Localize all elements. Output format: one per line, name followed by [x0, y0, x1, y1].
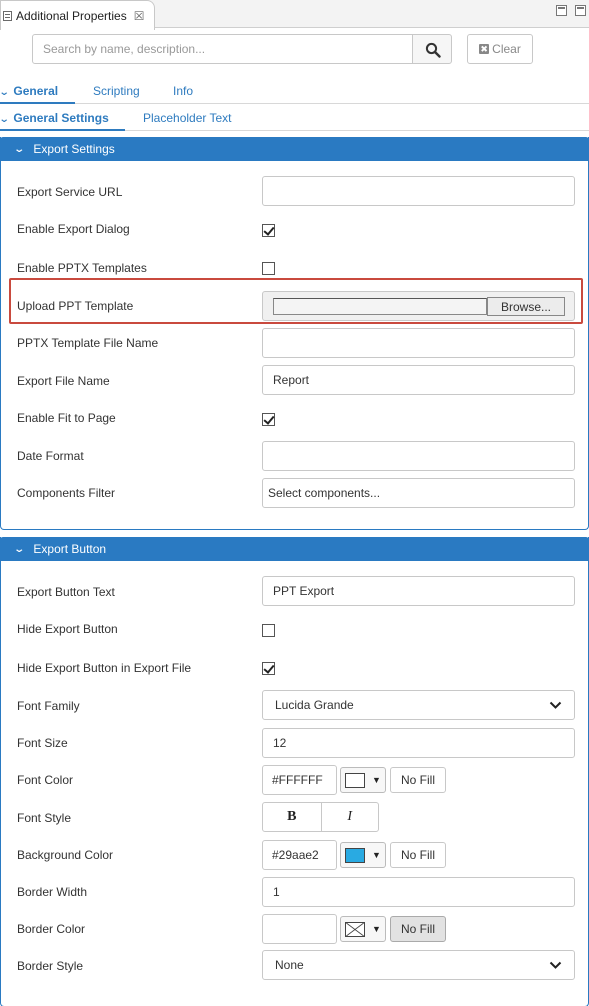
date-format-input[interactable]: [262, 441, 575, 471]
export-button-header[interactable]: ⌄ Export Button: [0, 537, 589, 561]
export-file-name-input[interactable]: [262, 365, 575, 395]
caret-down-icon: ▼: [372, 850, 381, 860]
font-style-label: Font Style: [17, 811, 72, 825]
clear-button[interactable]: ✖ Clear: [467, 34, 533, 64]
tab-general[interactable]: ⌄General: [0, 84, 75, 104]
pptx-template-file-name-label: PPTX Template File Name: [17, 336, 159, 350]
border-style-select[interactable]: None: [262, 950, 575, 980]
border-width-label: Border Width: [17, 885, 88, 899]
export-button-text-input[interactable]: [262, 576, 575, 606]
maximize-icon[interactable]: [575, 5, 586, 16]
export-file-name-label: Export File Name: [17, 374, 110, 388]
border-color-picker-button[interactable]: ▼: [340, 916, 386, 942]
components-filter-select[interactable]: Select components...: [262, 478, 575, 508]
background-color-picker-button[interactable]: ▼: [340, 842, 386, 868]
search-input[interactable]: [32, 34, 413, 64]
tab-scripting[interactable]: Scripting: [93, 84, 140, 104]
export-button-title: Export Button: [33, 542, 107, 556]
hide-in-export-file-checkbox[interactable]: [262, 662, 275, 675]
enable-export-dialog-checkbox[interactable]: [262, 224, 275, 237]
background-color-no-fill-button[interactable]: No Fill: [390, 842, 446, 868]
enable-fit-to-page-checkbox[interactable]: [262, 413, 275, 426]
view-tab[interactable]: Additional Properties ☒: [0, 0, 155, 30]
font-color-swatch: [345, 773, 365, 788]
border-color-input[interactable]: [262, 914, 337, 944]
font-style-group: B I: [262, 802, 379, 832]
caret-down-icon: ▼: [372, 775, 381, 785]
search-button[interactable]: [412, 34, 452, 64]
font-color-label: Font Color: [17, 773, 74, 787]
browse-button[interactable]: Browse...: [487, 297, 565, 316]
subtab-placeholder-text[interactable]: Placeholder Text: [143, 111, 232, 131]
export-settings-section: ⌄ Export Settings Export Service URL Ena…: [0, 137, 589, 530]
hide-in-export-file-label: Hide Export Button in Export File: [17, 661, 192, 675]
tab-general-label: General: [13, 84, 59, 98]
chevron-down-icon: ⌄: [13, 543, 26, 555]
export-settings-header[interactable]: ⌄ Export Settings: [0, 137, 589, 161]
border-style-label: Border Style: [17, 959, 84, 973]
font-color-no-fill-button[interactable]: No Fill: [390, 767, 446, 793]
view-titlebar: Additional Properties ☒: [0, 0, 589, 30]
subtab-general-settings-label: General Settings: [13, 111, 109, 125]
components-filter-placeholder: Select components...: [268, 486, 381, 500]
sub-tabs: ⌄General Settings Placeholder Text: [0, 109, 589, 131]
date-format-label: Date Format: [17, 449, 84, 463]
template-file-path-box[interactable]: [273, 298, 487, 315]
upload-ppt-template-field: Browse...: [262, 291, 575, 321]
upload-ppt-template-label: Upload PPT Template: [17, 299, 134, 313]
hide-export-button-checkbox[interactable]: [262, 624, 275, 637]
font-color-input[interactable]: [262, 765, 337, 795]
components-filter-label: Components Filter: [17, 486, 116, 500]
export-button-text-label: Export Button Text: [17, 585, 115, 599]
chevron-down-icon: ⌄: [13, 143, 26, 155]
font-size-label: Font Size: [17, 736, 68, 750]
export-service-url-label: Export Service URL: [17, 185, 123, 199]
export-button-section: ⌄ Export Button Export Button Text Hide …: [0, 537, 589, 1006]
font-color-picker-button[interactable]: ▼: [340, 767, 386, 793]
border-width-input[interactable]: [262, 877, 575, 907]
close-icon[interactable]: ☒: [134, 9, 145, 23]
pptx-template-file-name-input[interactable]: [262, 328, 575, 358]
background-color-label: Background Color: [17, 848, 114, 862]
properties-icon: [3, 10, 12, 21]
enable-pptx-templates-checkbox[interactable]: [262, 262, 275, 275]
chevron-down-icon: ⌄: [0, 114, 10, 125]
enable-fit-to-page-label: Enable Fit to Page: [17, 411, 116, 425]
italic-button[interactable]: I: [320, 803, 379, 831]
enable-export-dialog-label: Enable Export Dialog: [17, 222, 130, 236]
chevron-down-icon: [549, 961, 562, 969]
bold-button[interactable]: B: [263, 803, 321, 831]
enable-pptx-templates-label: Enable PPTX Templates: [17, 261, 147, 275]
font-family-label: Font Family: [17, 699, 80, 713]
font-family-select[interactable]: Lucida Grande: [262, 690, 575, 720]
border-color-no-fill-button[interactable]: No Fill: [390, 916, 446, 942]
export-service-url-input[interactable]: [262, 176, 575, 206]
clear-icon: ✖: [479, 44, 490, 54]
minimize-icon[interactable]: [556, 5, 567, 16]
border-style-value: None: [275, 958, 304, 972]
border-color-label: Border Color: [17, 922, 86, 936]
no-color-swatch-icon: [345, 922, 365, 937]
font-family-value: Lucida Grande: [275, 698, 354, 712]
view-tab-title: Additional Properties: [16, 8, 127, 23]
background-color-swatch: [345, 848, 365, 863]
clear-button-label: Clear: [492, 42, 521, 56]
font-size-input[interactable]: [262, 728, 575, 758]
search-icon: [425, 42, 441, 58]
main-tabs: ⌄General Scripting Info: [0, 82, 589, 104]
export-settings-title: Export Settings: [33, 142, 115, 156]
background-color-input[interactable]: [262, 840, 337, 870]
tab-info[interactable]: Info: [173, 84, 193, 104]
chevron-down-icon: ⌄: [0, 87, 10, 98]
chevron-down-icon: [549, 701, 562, 709]
subtab-general-settings[interactable]: ⌄General Settings: [0, 111, 125, 131]
caret-down-icon: ▼: [372, 924, 381, 934]
hide-export-button-label: Hide Export Button: [17, 622, 118, 636]
